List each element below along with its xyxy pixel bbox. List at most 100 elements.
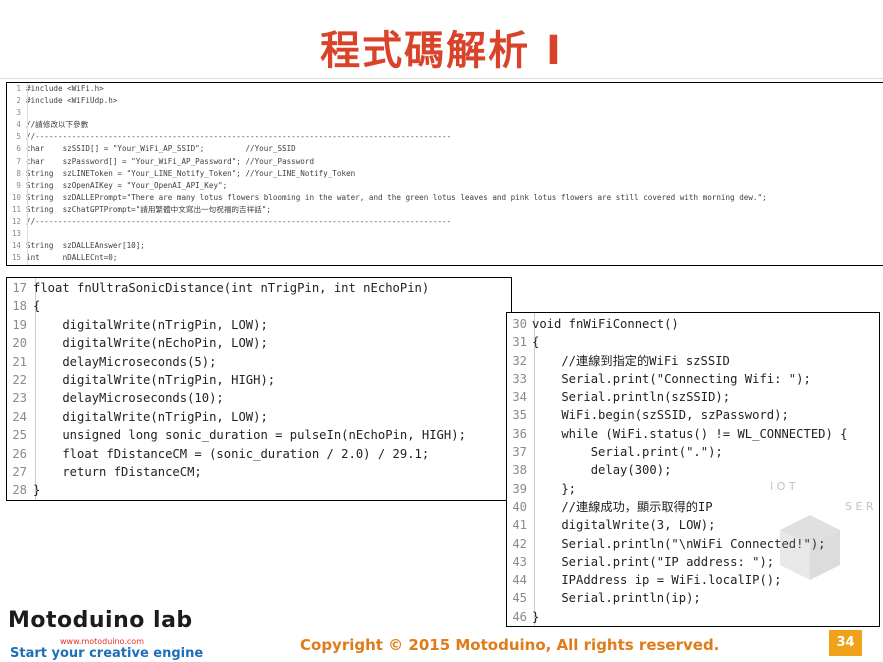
line-number: 18 bbox=[12, 299, 27, 314]
line-number: 23 bbox=[12, 391, 27, 406]
code-text: String szDALLEPrompt="There are many lot… bbox=[26, 192, 767, 202]
code-text: int nDALLECnt=0; bbox=[26, 253, 118, 263]
code-text: delay(300); bbox=[532, 463, 672, 478]
code-text: digitalWrite(nTrigPin, HIGH); bbox=[33, 372, 276, 387]
code-line: 30 void fnWiFiConnect() bbox=[507, 315, 879, 333]
line-number: 6 bbox=[16, 144, 21, 154]
code-text: #include <WiFi.h> bbox=[26, 84, 104, 93]
line-number: 3 bbox=[16, 108, 21, 118]
line-number: 40 bbox=[512, 499, 527, 514]
code-line: 37 Serial.print("."); bbox=[507, 443, 879, 461]
line-number: 41 bbox=[512, 518, 527, 533]
line-number: 14 bbox=[11, 241, 21, 251]
line-number: 46 bbox=[512, 609, 527, 624]
line-number: 4 bbox=[16, 120, 21, 130]
code-text: delayMicroseconds(10); bbox=[33, 391, 224, 406]
line-number: 19 bbox=[12, 317, 27, 332]
code-panel-wifi-connect: 30 void fnWiFiConnect() 31 {32 //連線到指定的WiFi… bbox=[506, 312, 880, 627]
line-number: 39 bbox=[512, 481, 527, 496]
code-text: //連線成功，顯示取得的IP bbox=[532, 499, 713, 514]
line-number: 27 bbox=[12, 464, 27, 479]
line-number: 34 bbox=[512, 390, 527, 405]
code-text: String szDALLEAnswer[10]; bbox=[26, 241, 145, 251]
line-number: 11 bbox=[11, 204, 21, 214]
code-line: 25 unsigned long sonic_duration = pulseI… bbox=[7, 426, 511, 444]
line-number: 10 bbox=[11, 192, 21, 202]
line-number: 13 bbox=[11, 229, 21, 239]
code-line: 42 Serial.println("\nWiFi Connected!"); bbox=[507, 535, 879, 553]
code-line: 31 { bbox=[507, 333, 879, 351]
code-line: 21 delayMicroseconds(5); bbox=[7, 353, 511, 371]
code-line: 33 Serial.print("Connecting Wifi: "); bbox=[507, 370, 879, 388]
code-text: IPAddress ip = WiFi.localIP(); bbox=[532, 573, 782, 588]
code-text: WiFi.begin(szSSID, szPassword); bbox=[532, 408, 789, 423]
code-line: 8 String szLINEToken = "Your_LINE_Notify_… bbox=[7, 168, 883, 180]
code-body: 17 float fnUltraSonicDistance(int nTrigPi… bbox=[7, 278, 511, 500]
code-text: String szOpenAIKey = "Your_OpenAI_API_Ke… bbox=[26, 180, 228, 190]
code-text: void fnWiFiConnect() bbox=[532, 317, 679, 331]
line-number: 37 bbox=[512, 445, 527, 460]
code-text: digitalWrite(nEchoPin, LOW); bbox=[33, 336, 268, 351]
code-body: 1 #include <WiFi.h> 2 #include <WiFiUdp.h> 3… bbox=[7, 83, 883, 264]
line-number: 42 bbox=[512, 536, 527, 551]
code-line: 32 //連線到指定的WiFi szSSID bbox=[507, 352, 879, 370]
line-number: 30 bbox=[512, 317, 527, 331]
code-text: //--------------------------------------… bbox=[26, 132, 452, 142]
code-panel-globals: 1 #include <WiFi.h> 2 #include <WiFiUdp.h> 3… bbox=[6, 82, 883, 266]
line-number: 7 bbox=[16, 156, 21, 166]
page-number-badge: 34 bbox=[829, 630, 862, 656]
code-line: 9 String szOpenAIKey = "Your_OpenAI_API_K… bbox=[7, 180, 883, 192]
code-text: String szLINEToken = "Your_LINE_Notify_T… bbox=[26, 168, 356, 178]
line-number: 24 bbox=[12, 409, 27, 424]
code-text: Serial.print("Connecting Wifi: "); bbox=[532, 371, 811, 386]
code-line: 43 Serial.print("IP address: "); bbox=[507, 553, 879, 571]
code-line: 19 digitalWrite(nTrigPin, LOW); bbox=[7, 316, 511, 334]
code-text: String szChatGPTPrompt="請用繁體中文寫出一句祝福的吉祥話… bbox=[26, 204, 271, 214]
code-line: 7 char szPassword[] = "Your_WiFi_AP_Passw… bbox=[7, 156, 883, 168]
line-number: 21 bbox=[12, 354, 27, 369]
line-number: 35 bbox=[512, 408, 527, 423]
code-text: digitalWrite(nTrigPin, LOW); bbox=[33, 317, 268, 332]
line-number: 8 bbox=[16, 168, 21, 178]
code-line: 2 #include <WiFiUdp.h> bbox=[7, 95, 883, 107]
code-text: float fDistanceCM = (sonic_duration / 2.… bbox=[33, 446, 430, 461]
code-line: 3 bbox=[7, 107, 883, 119]
code-text: //請修改以下參數 bbox=[26, 120, 89, 130]
code-text: }; bbox=[532, 481, 577, 496]
line-number: 25 bbox=[12, 428, 27, 443]
code-line: 10 String szDALLEPrompt="There are many l… bbox=[7, 192, 883, 204]
code-line: 35 WiFi.begin(szSSID, szPassword); bbox=[507, 406, 879, 424]
logo-url: www.motoduino.com bbox=[60, 637, 144, 646]
code-body: 30 void fnWiFiConnect() 31 {32 //連線到指定的WiFi… bbox=[507, 313, 879, 626]
code-text: Serial.println(ip); bbox=[532, 591, 701, 606]
code-text: Serial.println("\nWiFi Connected!"); bbox=[532, 536, 826, 551]
line-number: 28 bbox=[12, 483, 27, 498]
code-line: 1 #include <WiFi.h> bbox=[7, 83, 883, 95]
code-line: 12 //------------------------------------… bbox=[7, 216, 883, 228]
line-number: 38 bbox=[512, 463, 527, 478]
code-line: 26 float fDistanceCM = (sonic_duration /… bbox=[7, 445, 511, 463]
code-line: 17 float fnUltraSonicDistance(int nTrigPi… bbox=[7, 279, 511, 297]
line-number: 43 bbox=[512, 554, 527, 569]
code-line: 23 delayMicroseconds(10); bbox=[7, 389, 511, 407]
line-number: 36 bbox=[512, 426, 527, 441]
line-number: 33 bbox=[512, 371, 527, 386]
code-text: //--------------------------------------… bbox=[26, 217, 452, 227]
motoduino-logo: Motoduino lab bbox=[8, 608, 193, 633]
code-line: 20 digitalWrite(nEchoPin, LOW); bbox=[7, 334, 511, 352]
code-line: 36 while (WiFi.status() != WL_CONNECTED)… bbox=[507, 425, 879, 443]
code-text: { bbox=[532, 335, 540, 350]
code-text: Serial.print("IP address: "); bbox=[532, 554, 775, 569]
line-number-gutter bbox=[27, 83, 28, 265]
line-number: 45 bbox=[512, 591, 527, 606]
code-line: 15 int nDALLECnt=0; bbox=[7, 252, 883, 264]
code-text: digitalWrite(3, LOW); bbox=[532, 518, 716, 533]
slide-title: 程式碼解析 I bbox=[320, 28, 563, 74]
code-line: 28} bbox=[7, 481, 511, 499]
code-line: 39 }; bbox=[507, 480, 879, 498]
code-text: Serial.println(szSSID); bbox=[532, 390, 731, 405]
code-line: 40 //連線成功，顯示取得的IP bbox=[507, 498, 879, 516]
line-number: 44 bbox=[512, 573, 527, 588]
code-text: Serial.print("."); bbox=[532, 445, 723, 460]
code-line: 41 digitalWrite(3, LOW); bbox=[507, 516, 879, 534]
